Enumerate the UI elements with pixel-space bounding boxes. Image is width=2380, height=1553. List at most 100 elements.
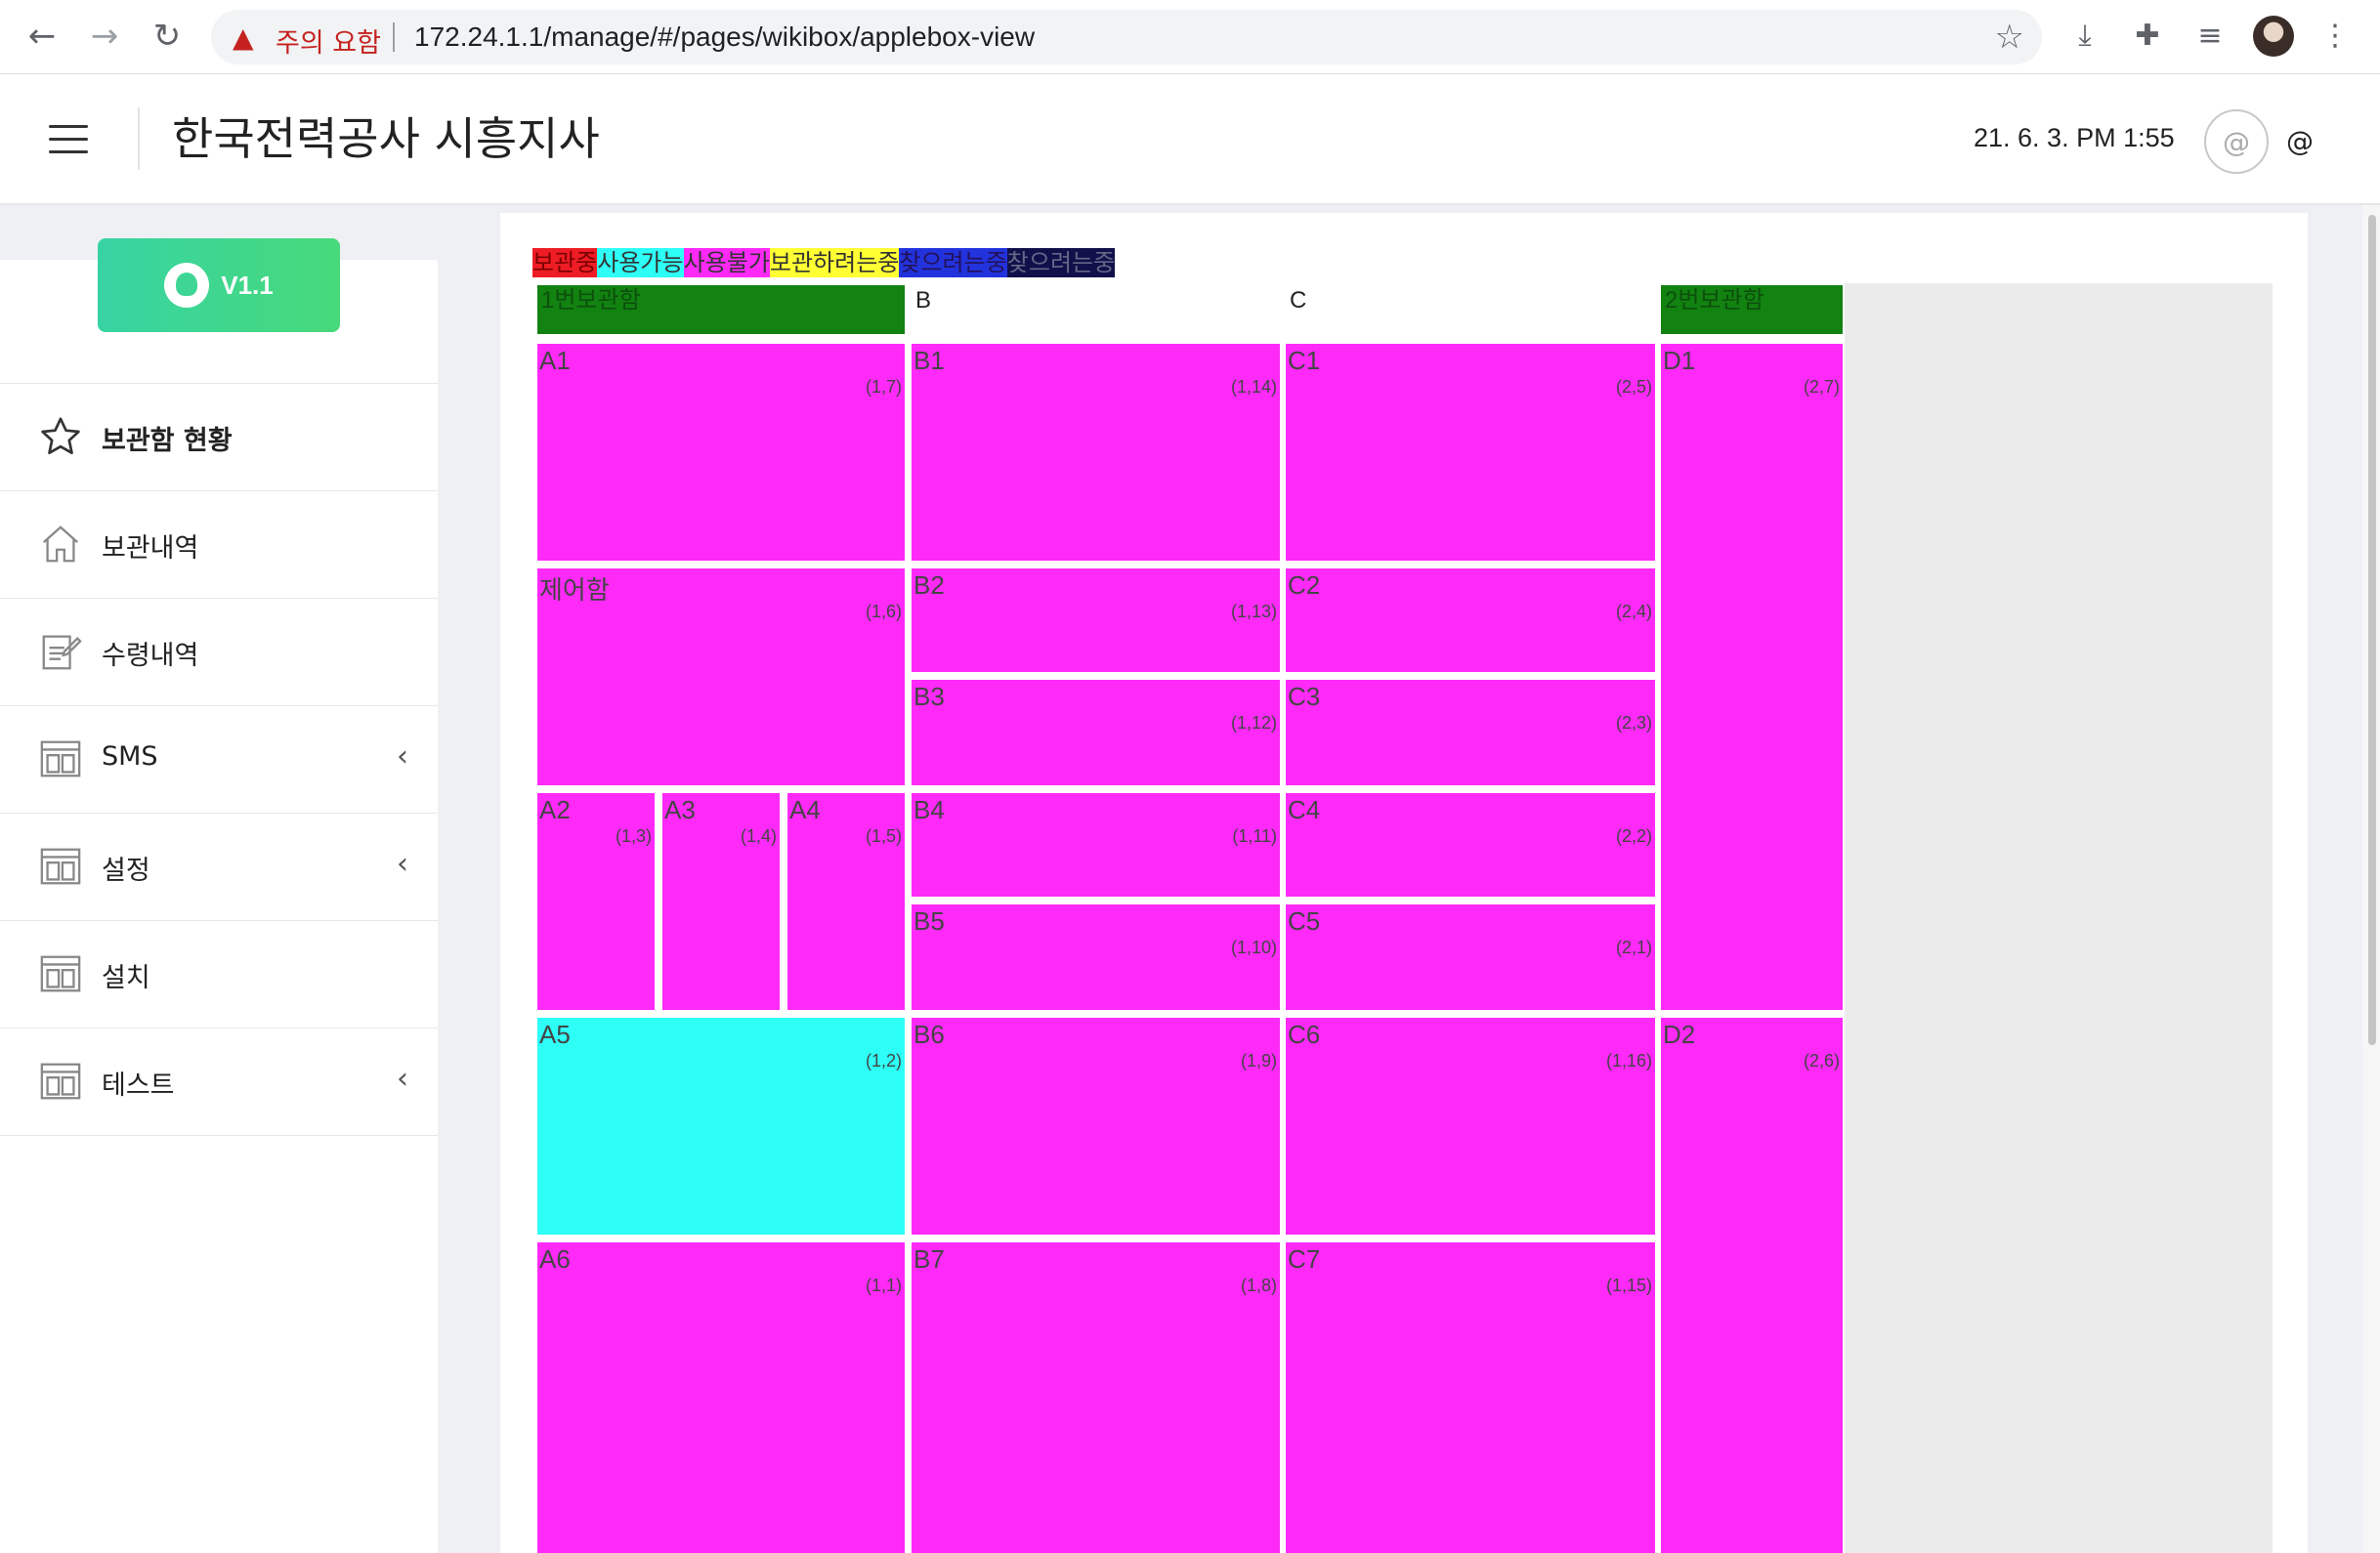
locker-name: 제어함 bbox=[539, 575, 610, 605]
locker-position: (1,9) bbox=[1240, 1051, 1277, 1070]
sidebar-item-3[interactable]: 수령내역 bbox=[0, 599, 438, 706]
layout-icon bbox=[37, 735, 84, 782]
locker-tile[interactable]: A4 (1,5) bbox=[787, 793, 905, 1010]
address-bar[interactable]: ▲ 주의 요함 172.24.1.1/manage/#/pages/wikibo… bbox=[211, 10, 2042, 64]
hamburger-menu-icon[interactable] bbox=[49, 125, 88, 153]
locker-tile[interactable]: C5 (2,1) bbox=[1286, 904, 1655, 1010]
extensions-icon[interactable]: ✚ bbox=[2126, 14, 2169, 57]
locker-tile[interactable]: C4 (2,2) bbox=[1286, 793, 1655, 897]
reload-icon[interactable]: ↻ bbox=[145, 14, 190, 59]
locker-tile[interactable]: C7 (1,15) bbox=[1286, 1242, 1655, 1553]
locker-tile[interactable]: A5 (1,2) bbox=[537, 1018, 905, 1235]
locker-tile[interactable]: D1 (2,7) bbox=[1661, 344, 1843, 1010]
sidebar-item-label: 보관함 현황 bbox=[102, 426, 233, 456]
sidebar-item-7[interactable]: 테스트 ‹ bbox=[0, 1028, 438, 1136]
locker-name: B2 bbox=[914, 570, 945, 600]
media-icon[interactable]: ≡ bbox=[2189, 14, 2231, 57]
bookmark-star-icon[interactable]: ☆ bbox=[1995, 18, 2024, 57]
locker-name: A6 bbox=[539, 1244, 571, 1274]
column-header: 2번보관함 bbox=[1661, 285, 1843, 334]
legend-item: 사용불가 bbox=[683, 248, 770, 277]
locker-tile[interactable]: B1 (1,14) bbox=[912, 344, 1280, 561]
sidebar-item-2[interactable]: 보관내역 bbox=[0, 491, 438, 599]
locker-name: A3 bbox=[664, 795, 696, 824]
current-datetime: 21. 6. 3. PM 1:55 bbox=[1974, 123, 2175, 152]
locker-tile[interactable]: B2 (1,13) bbox=[912, 568, 1280, 672]
user-name[interactable]: @ bbox=[2286, 125, 2314, 157]
locker-tile[interactable]: A3 (1,4) bbox=[662, 793, 780, 1010]
locker-tile[interactable]: C6 (1,16) bbox=[1286, 1018, 1655, 1235]
scrollbar-thumb[interactable] bbox=[2368, 215, 2376, 1045]
sidebar-item-label: 수령내역 bbox=[102, 641, 199, 671]
locker-position: (1,3) bbox=[615, 826, 652, 846]
locker-position: (1,15) bbox=[1605, 1276, 1652, 1295]
sidebar-item-6[interactable]: 설치 bbox=[0, 921, 438, 1028]
locker-tile[interactable]: A1 (1,7) bbox=[537, 344, 905, 561]
locker-position: (2,5) bbox=[1615, 377, 1652, 397]
locker-position: (1,14) bbox=[1230, 377, 1277, 397]
layout-icon bbox=[37, 950, 84, 997]
chevron-left-icon[interactable]: ‹ bbox=[397, 739, 408, 774]
locker-tile[interactable]: B5 (1,10) bbox=[912, 904, 1280, 1010]
locker-tile[interactable]: A2 (1,3) bbox=[537, 793, 655, 1010]
locker-name: B1 bbox=[914, 346, 945, 375]
locker-name: B7 bbox=[914, 1244, 945, 1274]
locker-position: (2,7) bbox=[1803, 377, 1840, 397]
locker-tile[interactable]: A6 (1,1) bbox=[537, 1242, 905, 1553]
profile-avatar[interactable] bbox=[2253, 16, 2294, 57]
locker-position: (2,6) bbox=[1803, 1051, 1840, 1070]
locker-name: A4 bbox=[789, 795, 821, 824]
sidebar-item-4[interactable]: SMS ‹ bbox=[0, 706, 438, 814]
locker-name: C5 bbox=[1288, 906, 1321, 936]
locker-name: C2 bbox=[1288, 570, 1321, 600]
locker-name: C6 bbox=[1288, 1020, 1321, 1049]
locker-tile[interactable]: C3 (2,3) bbox=[1286, 680, 1655, 785]
star-icon bbox=[37, 413, 84, 460]
locker-position: (1,2) bbox=[865, 1051, 902, 1070]
more-icon[interactable]: ⋮ bbox=[2314, 14, 2357, 57]
security-warning-text[interactable]: 주의 요함 bbox=[276, 21, 381, 60]
locker-position: (1,4) bbox=[740, 826, 777, 846]
version-button[interactable]: V1.1 bbox=[98, 238, 340, 332]
legend-item: 찾으려는중 bbox=[899, 248, 1007, 277]
locker-tile[interactable]: C2 (2,4) bbox=[1286, 568, 1655, 672]
home-icon bbox=[37, 521, 84, 567]
sidebar-item-5[interactable]: 설정 ‹ bbox=[0, 814, 438, 921]
page-title: 한국전력공사 시흥지사 bbox=[172, 112, 600, 165]
locker-tile[interactable]: B3 (1,12) bbox=[912, 680, 1280, 785]
locker-position: (1,1) bbox=[865, 1276, 902, 1295]
locker-name: A1 bbox=[539, 346, 571, 375]
sidebar-item-label: 설정 bbox=[102, 856, 150, 886]
warning-icon: ▲ bbox=[233, 21, 254, 54]
layout-icon bbox=[37, 843, 84, 890]
locker-position: (1,8) bbox=[1240, 1276, 1277, 1295]
locker-name: C7 bbox=[1288, 1244, 1321, 1274]
locker-tile[interactable]: C1 (2,5) bbox=[1286, 344, 1655, 561]
locker-tile[interactable]: B4 (1,11) bbox=[912, 793, 1280, 897]
locker-tile[interactable]: D2 (2,6) bbox=[1661, 1018, 1843, 1553]
locker-name: C4 bbox=[1288, 795, 1321, 824]
locker-position: (1,16) bbox=[1605, 1051, 1652, 1070]
locker-name: C1 bbox=[1288, 346, 1321, 375]
avatar[interactable]: @ bbox=[2204, 109, 2269, 174]
locker-tile[interactable]: B6 (1,9) bbox=[912, 1018, 1280, 1235]
locker-tile[interactable]: B7 (1,8) bbox=[912, 1242, 1280, 1553]
chevron-left-icon[interactable]: ‹ bbox=[397, 847, 408, 881]
locker-position: (1,12) bbox=[1230, 713, 1277, 733]
locker-tile[interactable]: 제어함 (1,6) bbox=[537, 568, 905, 785]
legend-item: 보관중 bbox=[532, 248, 598, 277]
url-text[interactable]: 172.24.1.1/manage/#/pages/wikibox/appleb… bbox=[414, 21, 1035, 53]
download-icon[interactable]: ⤓ bbox=[2063, 14, 2106, 57]
locker-name: C3 bbox=[1288, 682, 1321, 711]
edit-icon bbox=[37, 628, 84, 675]
sidebar-item-1[interactable]: 보관함 현황 bbox=[0, 384, 438, 491]
empty-grid-area bbox=[1845, 283, 2273, 1553]
locker-name: B4 bbox=[914, 795, 945, 824]
locker-name: D1 bbox=[1663, 346, 1696, 375]
legend-item: 찾으려는중 bbox=[1006, 248, 1116, 277]
back-icon[interactable]: ← bbox=[20, 14, 64, 59]
chevron-left-icon[interactable]: ‹ bbox=[397, 1062, 408, 1096]
locker-position: (2,2) bbox=[1615, 826, 1652, 846]
app-header: 한국전력공사 시흥지사 21. 6. 3. PM 1:55 @ @ bbox=[0, 74, 2380, 205]
forward-icon[interactable]: → bbox=[82, 14, 127, 59]
